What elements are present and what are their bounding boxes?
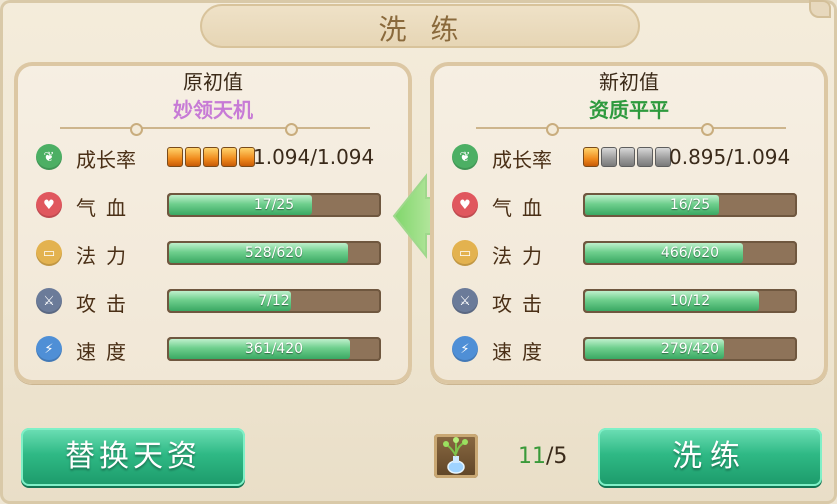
stat-bar: 7/12 xyxy=(167,289,381,313)
stat-label: 攻击 xyxy=(76,292,136,316)
panel-heading: 原初值 xyxy=(183,70,243,94)
panel-heading: 新初值 xyxy=(599,70,659,94)
stat-bar: 361/420 xyxy=(167,337,381,361)
stat-row-attack: ⚔ 攻击 7/12 xyxy=(14,284,412,320)
stat-bar: 466/620 xyxy=(583,241,797,265)
stat-label: 气血 xyxy=(492,196,552,220)
stat-label: 法力 xyxy=(492,244,552,268)
stat-bar: 279/420 xyxy=(583,337,797,361)
stat-label: 速度 xyxy=(492,340,552,364)
stat-row-mp: ▭ 法力 466/620 xyxy=(430,236,828,272)
stat-row-speed: ⚡ 速度 361/420 xyxy=(14,332,412,368)
lightning-icon: ⚡ xyxy=(36,336,62,362)
stat-row-attack: ⚔ 攻击 10/12 xyxy=(430,284,828,320)
dialog-title: 洗练 xyxy=(378,13,483,46)
sprout-icon: ❦ xyxy=(452,144,478,170)
item-count: 11/5 xyxy=(518,444,568,469)
growth-value: 1.094/1.094 xyxy=(253,145,375,169)
refine-button[interactable]: 洗练 xyxy=(598,428,822,486)
replace-aptitude-button[interactable]: 替换天资 xyxy=(21,428,245,486)
sprout-icon: ❦ xyxy=(36,144,62,170)
scroll-icon: ▭ xyxy=(36,240,62,266)
new-values-panel: 新初值 资质平平 ❦ 成长率 0.895/1.094 ♥ 气血 16/25 ▭ … xyxy=(430,62,828,384)
stat-label: 成长率 xyxy=(76,148,136,172)
scroll-icon: ▭ xyxy=(452,240,478,266)
stat-bar: 10/12 xyxy=(583,289,797,313)
growth-row: ❦ 成长率 0.895/1.094 xyxy=(430,140,828,176)
original-values-panel: 原初值 妙领天机 ❦ 成长率 1.094/1.094 ♥ 气血 17/25 ▭ … xyxy=(14,62,412,384)
stat-row-mp: ▭ 法力 528/620 xyxy=(14,236,412,272)
stat-row-hp: ♥ 气血 16/25 xyxy=(430,188,828,224)
stat-label: 攻击 xyxy=(492,292,552,316)
divider xyxy=(476,123,786,136)
growth-row: ❦ 成长率 1.094/1.094 xyxy=(14,140,412,176)
stat-label: 成长率 xyxy=(492,148,552,172)
lightning-icon: ⚡ xyxy=(452,336,478,362)
growth-pips xyxy=(583,147,671,167)
stat-bar: 17/25 xyxy=(167,193,381,217)
heart-icon: ♥ xyxy=(36,192,62,218)
item-slot[interactable] xyxy=(434,434,478,478)
heart-icon: ♥ xyxy=(452,192,478,218)
stat-bar: 528/620 xyxy=(167,241,381,265)
growth-value: 0.895/1.094 xyxy=(669,145,791,169)
stat-bar: 16/25 xyxy=(583,193,797,217)
stat-row-speed: ⚡ 速度 279/420 xyxy=(430,332,828,368)
aptitude-label: 资质平平 xyxy=(589,98,669,122)
sword-icon: ⚔ xyxy=(36,288,62,314)
stat-label: 气血 xyxy=(76,196,136,220)
stat-label: 速度 xyxy=(76,340,136,364)
corner-ornament xyxy=(809,0,831,18)
stat-label: 法力 xyxy=(76,244,136,268)
refine-dialog: 洗练 原初值 妙领天机 ❦ 成长率 1.094/1.094 ♥ 气血 17/25… xyxy=(0,0,837,504)
divider xyxy=(60,123,370,136)
sword-icon: ⚔ xyxy=(452,288,478,314)
potion-icon xyxy=(443,437,468,474)
growth-pips xyxy=(167,147,255,167)
stat-row-hp: ♥ 气血 17/25 xyxy=(14,188,412,224)
aptitude-label: 妙领天机 xyxy=(173,98,253,122)
